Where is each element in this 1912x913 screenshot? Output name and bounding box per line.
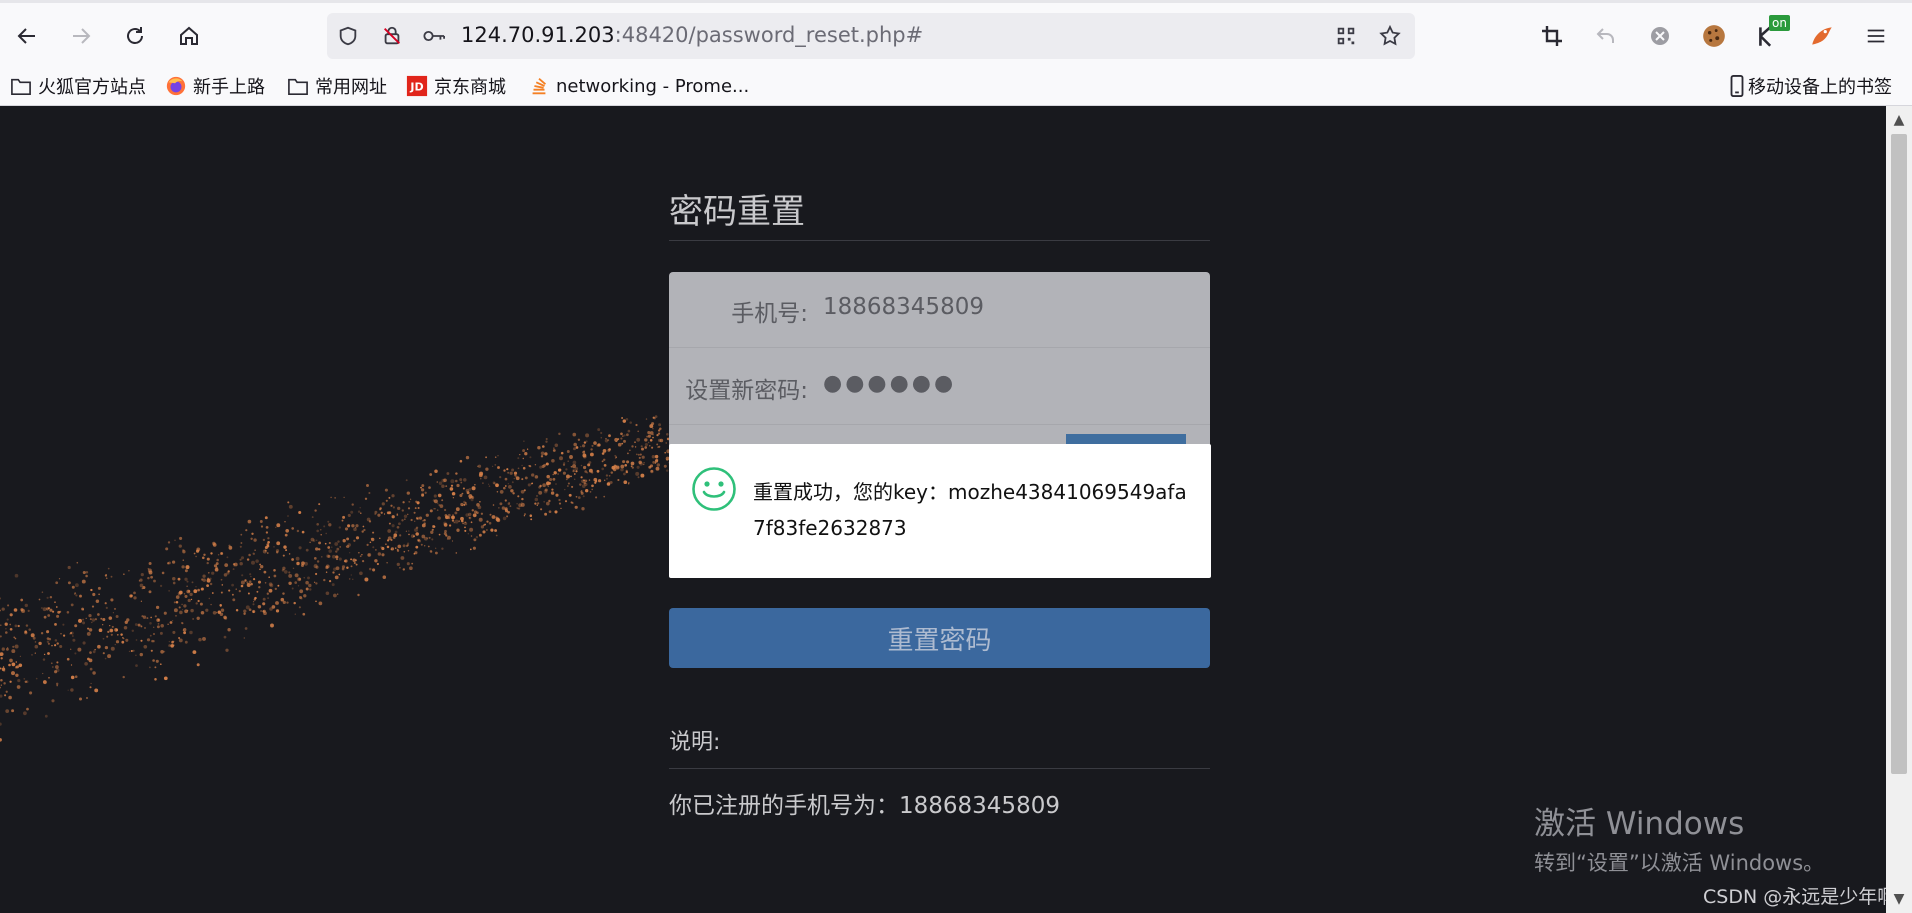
windows-activation-watermark: 激活 Windows 转到“设置”以激活 Windows。 [1534,798,1824,877]
extension-puzzle-button[interactable] [1643,19,1677,53]
forward-button[interactable] [64,19,98,53]
url-path: :48420/password_reset.php# [614,23,924,47]
screenshot-button[interactable] [1535,19,1569,53]
folder-icon [10,75,32,97]
phone-label: 手机号: [731,301,808,327]
fox-icon [1812,27,1832,45]
extension-on-badge: on [1769,15,1790,31]
note-divider [669,768,1210,769]
fox-extension-button[interactable] [1805,19,1839,53]
insecure-lock-icon[interactable] [377,21,407,51]
qr-code-icon[interactable] [1331,21,1361,51]
scroll-down-arrow-icon[interactable]: ▼ [1886,887,1912,911]
svg-text:JD: JD [409,81,423,94]
page-title: 密码重置 [669,192,805,232]
bookmark-folder-firefox-official[interactable]: 火狐官方站点 [10,72,146,100]
mobile-bookmarks-label: 移动设备上的书签 [1748,77,1892,98]
scroll-up-arrow-icon[interactable]: ▲ [1886,108,1912,132]
reload-icon [127,27,143,44]
bookmark-networking-prometheus[interactable]: networking - Prome... [528,72,749,100]
mobile-bookmarks[interactable]: 移动设备上的书签 [1726,72,1892,100]
watermark-title: 激活 Windows [1534,806,1745,842]
bookmark-label: networking - Prome... [556,75,750,97]
hackbar-extension-button[interactable]: on [1751,15,1790,53]
home-icon [180,26,198,45]
success-toast: 重置成功，您的key：mozhe43841069549afa7f83fe2632… [669,444,1211,578]
bookmark-label: 火狐官方站点 [38,77,146,98]
browser-toolbar: 124.70.91.203:48420/password_reset.php# … [0,0,1912,66]
form-fields-panel: 手机号: 18868345809 设置新密码: ●●●●●● [669,272,1210,452]
extension-icon [1651,27,1669,45]
bookmark-star-icon[interactable] [1375,21,1405,51]
home-button[interactable] [172,19,206,53]
bookmark-getting-started[interactable]: 新手上路 [165,72,265,100]
crop-icon [1542,26,1562,46]
toast-message: 重置成功，您的key：mozhe43841069549afa7f83fe2632… [753,480,1187,540]
cookie-extension-button[interactable] [1697,19,1731,53]
undo-close-button[interactable] [1589,19,1623,53]
cookie-icon [1703,25,1725,47]
password-input[interactable]: ●●●●●● [823,371,956,396]
arrow-right-icon [73,28,91,44]
phone-row: 手机号: 18868345809 [669,272,1210,348]
bookmark-label: 新手上路 [193,77,265,98]
url-text[interactable]: 124.70.91.203:48420/password_reset.php# [461,23,923,47]
page-viewport: 密码重置 手机号: 18868345809 设置新密码: ●●●●●● 重置成功… [0,106,1886,913]
reset-password-button[interactable]: 重置密码 [669,608,1210,668]
jd-icon: JD [406,75,428,97]
password-label: 设置新密码: [685,378,808,404]
title-divider [669,240,1210,241]
bookmark-label: 常用网址 [315,77,387,98]
menu-button[interactable] [1859,19,1893,53]
password-row: 设置新密码: ●●●●●● [669,349,1210,425]
folder-icon [287,75,309,97]
mobile-phone-icon [1726,75,1748,97]
url-bar[interactable]: 124.70.91.203:48420/password_reset.php# [327,13,1415,59]
bookmark-jd-mall[interactable]: JD 京东商城 [406,72,506,100]
scrollbar-thumb[interactable] [1891,134,1907,774]
bookmarks-bar: 火狐官方站点 新手上路 常用网址 JD 京东商城 networking - Pr… [0,66,1912,106]
watermark-subtitle: 转到“设置”以激活 Windows。 [1534,851,1825,875]
undo-icon [1596,28,1614,43]
bookmark-folder-common-sites[interactable]: 常用网址 [287,72,387,100]
page-scrollbar[interactable]: ▲ ▼ [1886,106,1912,913]
csdn-watermark: CSDN @永远是少年啊 [1703,886,1886,908]
bookmark-label: 京东商城 [434,77,506,98]
key-icon[interactable] [419,21,449,51]
smile-icon [692,467,736,511]
reload-button[interactable] [118,19,152,53]
registered-phone-note: 你已注册的手机号为：18868345809 [669,793,1060,819]
url-host: 124.70.91.203 [461,23,615,47]
note-label: 说明: [669,730,721,755]
hamburger-menu-icon [1867,29,1885,43]
firefox-icon [165,75,187,97]
phone-input[interactable]: 18868345809 [823,294,984,320]
stack-icon [528,75,550,97]
arrow-left-icon [17,28,35,44]
back-button[interactable] [10,19,44,53]
shield-icon[interactable] [333,21,363,51]
